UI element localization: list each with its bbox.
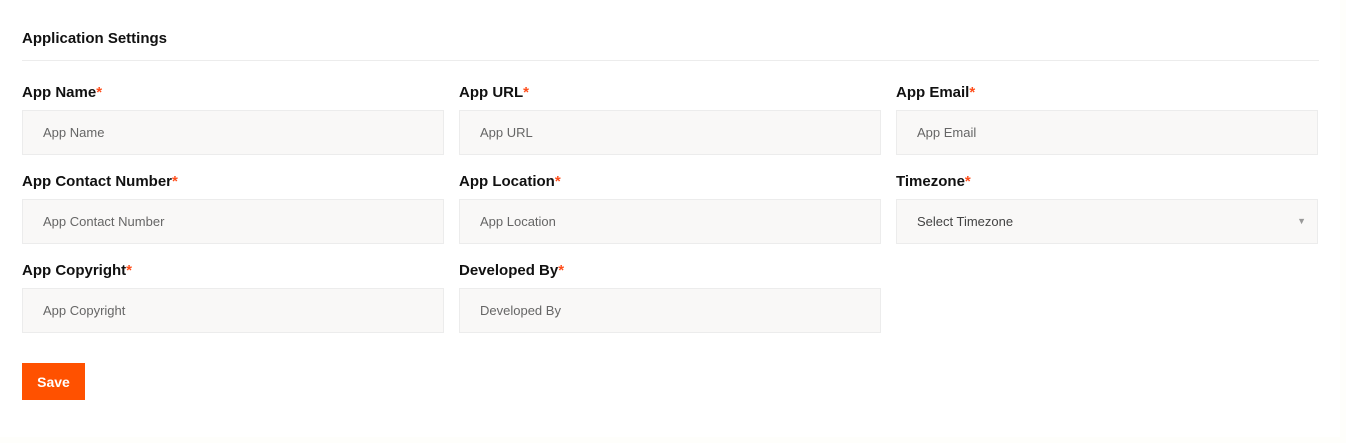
timezone-label-text: Timezone [896, 173, 965, 190]
developed-by-label-text: Developed By [459, 262, 559, 279]
field-app-email: App Email* [896, 84, 1318, 173]
required-mark: * [964, 173, 971, 190]
app-name-label-text: App Name [22, 84, 97, 101]
app-contact-number-input[interactable] [22, 199, 444, 244]
field-app-contact-number: App Contact Number* [22, 173, 444, 262]
chevron-down-icon: ▼ [1297, 216, 1306, 226]
timezone-select-value[interactable]: Select Timezone [896, 199, 1318, 244]
settings-form: App Name* App URL* App Email* App Contac… [22, 84, 1318, 351]
save-button[interactable]: Save [22, 363, 85, 400]
required-mark: * [554, 173, 561, 190]
settings-card: Application Settings App Name* App URL* … [0, 0, 1340, 437]
field-app-location: App Location* [459, 173, 881, 262]
required-mark: * [172, 173, 178, 190]
app-copyright-label-text: App Copyright [22, 262, 127, 279]
app-email-label-text: App Email [896, 84, 970, 101]
developed-by-label: Developed By* [459, 262, 881, 280]
app-location-label: App Location* [459, 173, 881, 191]
timezone-label: Timezone* [896, 173, 1318, 191]
required-mark: * [126, 262, 132, 279]
required-mark: * [969, 84, 976, 101]
app-name-label: App Name* [22, 84, 444, 102]
field-app-copyright: App Copyright* [22, 262, 444, 351]
required-mark: * [523, 84, 529, 101]
app-contact-number-label-text: App Contact Number [22, 173, 172, 190]
app-url-input[interactable] [459, 110, 881, 155]
app-copyright-label: App Copyright* [22, 262, 444, 280]
app-contact-number-label: App Contact Number* [22, 173, 444, 191]
required-mark: * [558, 262, 565, 279]
field-app-name: App Name* [22, 84, 444, 173]
app-url-label: App URL* [459, 84, 881, 102]
app-email-label: App Email* [896, 84, 1318, 102]
app-location-input[interactable] [459, 199, 881, 244]
field-app-url: App URL* [459, 84, 881, 173]
field-developed-by: Developed By* [459, 262, 881, 351]
app-url-label-text: App URL [459, 84, 524, 101]
app-location-label-text: App Location [459, 173, 555, 190]
app-copyright-input[interactable] [22, 288, 444, 333]
app-name-input[interactable] [22, 110, 444, 155]
required-mark: * [96, 84, 103, 101]
field-timezone: Timezone* Select Timezone ▼ [896, 173, 1318, 262]
app-email-input[interactable] [896, 110, 1318, 155]
timezone-select[interactable]: Select Timezone ▼ [896, 199, 1318, 244]
card-header: Application Settings [22, 30, 1319, 61]
page-title: Application Settings [22, 30, 168, 47]
developed-by-input[interactable] [459, 288, 881, 333]
